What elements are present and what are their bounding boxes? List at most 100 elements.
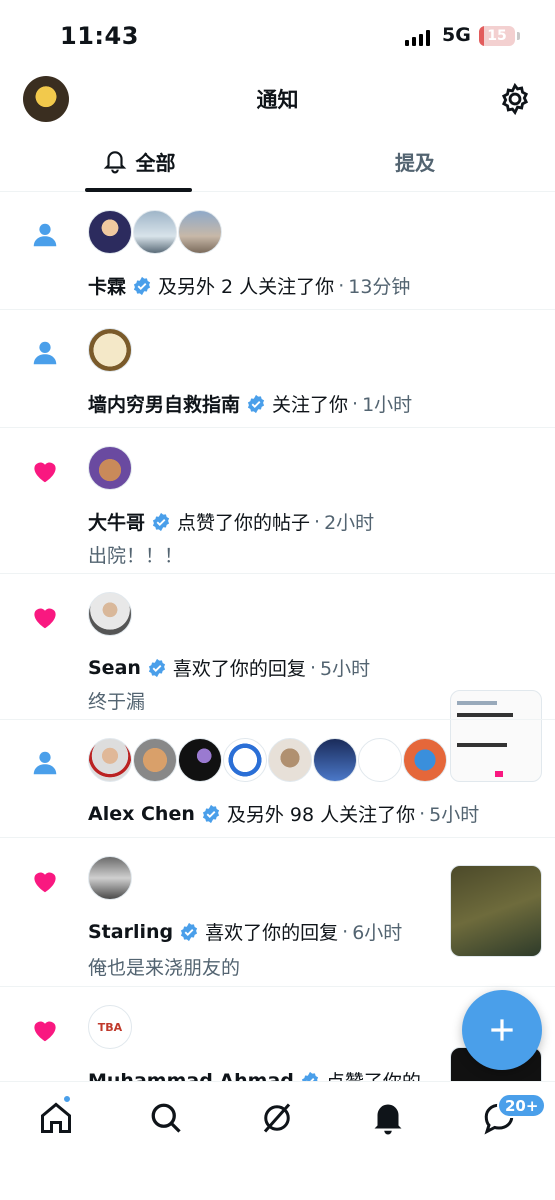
tab-mentions[interactable]: 提及: [360, 130, 470, 192]
messages-badge: 20+: [497, 1093, 547, 1118]
tab-mentions-label: 提及: [395, 150, 435, 175]
avatar[interactable]: TBA: [88, 1005, 132, 1049]
notification-text: 墙内穷男自救指南 关注了你 · 1小时: [88, 390, 412, 417]
user-icon: [33, 341, 57, 365]
notification-time: 5小时: [429, 804, 480, 826]
user-name[interactable]: Alex Chen: [88, 803, 195, 825]
avatar[interactable]: [133, 210, 177, 254]
notification-action: 喜欢了你的回复: [205, 922, 339, 944]
verified-icon: [181, 922, 198, 941]
home-icon[interactable]: [38, 1100, 74, 1136]
heart-icon: [34, 1021, 56, 1042]
avatar-group: [88, 856, 132, 900]
tab-all-label: 全部: [135, 150, 176, 175]
heart-icon: [34, 872, 56, 893]
separator: ·: [342, 920, 349, 943]
notification-text: 大牛哥 点赞了你的帖子 · 2小时: [88, 508, 374, 535]
notification-list: 卡霖 及另外 2 人关注了你 · 13分钟 墙内穷男自救指南 关注了你 · 1小…: [0, 192, 555, 1107]
notification-item[interactable]: 卡霖 及另外 2 人关注了你 · 13分钟: [0, 192, 555, 310]
avatar-logo-text: TBA: [97, 1020, 123, 1034]
user-name[interactable]: 卡霖: [88, 272, 126, 299]
separator: ·: [314, 510, 321, 533]
avatar-group: [88, 592, 132, 636]
home-unread-dot: [62, 1094, 72, 1104]
notification-text: Alex Chen 及另外 98 人关注了你 · 5小时: [88, 800, 479, 827]
bottom-nav: [0, 1081, 555, 1200]
notification-item[interactable]: 大牛哥 点赞了你的帖子 · 2小时 出院！！！: [0, 428, 555, 782]
compose-button[interactable]: [462, 990, 542, 1070]
avatar[interactable]: [223, 738, 267, 782]
heart-icon: [34, 462, 56, 483]
bell-icon: [103, 151, 126, 174]
avatar-group: [88, 210, 222, 254]
reply-excerpt: 终于漏: [88, 691, 146, 713]
grok-icon[interactable]: [259, 1100, 295, 1136]
notification-time: 13分钟: [348, 276, 411, 298]
header: 通知: [0, 70, 555, 130]
user-icon: [33, 751, 57, 775]
avatar[interactable]: [88, 446, 132, 490]
avatar[interactable]: [88, 856, 132, 900]
avatar[interactable]: [268, 738, 312, 782]
battery-tip: [517, 32, 520, 40]
plus-icon: [491, 1019, 513, 1041]
user-name[interactable]: Sean: [88, 657, 141, 679]
notification-action: 及另外 98 人关注了你: [226, 804, 416, 826]
separator: ·: [419, 802, 426, 825]
tab-all[interactable]: 全部: [85, 130, 192, 192]
separator: ·: [352, 392, 359, 415]
notification-text: 卡霖 及另外 2 人关注了你 · 13分钟: [88, 272, 410, 299]
tab-bar: 全部 提及: [0, 130, 555, 192]
signal-icon: [405, 28, 430, 46]
verified-icon: [247, 394, 265, 413]
avatar-group: [88, 328, 132, 372]
avatar-group: [88, 446, 132, 490]
status-time: 11:43: [60, 22, 139, 50]
post-thumbnail[interactable]: [450, 865, 542, 957]
notification-item[interactable]: Starling 喜欢了你的回复 · 6小时 俺也是来浇朋友的: [0, 838, 555, 987]
user-name[interactable]: 墙内穷男自救指南: [88, 390, 240, 417]
avatar[interactable]: [178, 738, 222, 782]
avatar[interactable]: [88, 592, 132, 636]
separator: ·: [309, 656, 316, 679]
notification-text: Sean 喜欢了你的回复 · 5小时: [88, 654, 370, 681]
avatar[interactable]: [403, 738, 447, 782]
avatar[interactable]: [88, 328, 132, 372]
post-excerpt: 出院！！！: [88, 545, 184, 567]
user-name[interactable]: Starling: [88, 921, 173, 943]
notification-action: 喜欢了你的回复: [172, 658, 306, 680]
avatar[interactable]: [178, 210, 222, 254]
notification-time: 6小时: [352, 922, 403, 944]
notification-item[interactable]: 墙内穷男自救指南 关注了你 · 1小时: [0, 310, 555, 428]
separator: ·: [338, 274, 345, 297]
verified-icon: [148, 658, 166, 677]
notification-action: 及另外 2 人关注了你: [158, 276, 335, 298]
user-icon: [33, 223, 57, 247]
avatar[interactable]: [313, 738, 357, 782]
verified-icon: [152, 512, 170, 531]
status-bar: 11:43 5G 15: [0, 0, 555, 70]
notification-action: 关注了你: [272, 394, 349, 416]
avatar-group: [88, 738, 447, 782]
notification-item[interactable]: Sean 喜欢了你的回复 · 5小时 终于漏: [0, 574, 555, 720]
verified-icon: [133, 276, 151, 295]
avatar[interactable]: [133, 738, 177, 782]
user-name[interactable]: 大牛哥: [88, 508, 145, 535]
battery-level: 15: [487, 28, 507, 44]
reply-excerpt: 俺也是来浇朋友的: [88, 957, 241, 979]
notification-time: 1小时: [362, 394, 413, 416]
notification-item[interactable]: Alex Chen 及另外 98 人关注了你 · 5小时: [0, 720, 555, 838]
battery-icon: 15: [479, 26, 515, 46]
heart-icon: [34, 608, 56, 629]
notification-action: 点赞了你的帖子: [177, 512, 311, 534]
search-icon[interactable]: [148, 1100, 184, 1136]
network-label: 5G: [442, 24, 471, 46]
gear-icon[interactable]: [498, 82, 532, 116]
avatar-group: TBA: [88, 1005, 132, 1049]
bell-icon[interactable]: [370, 1100, 406, 1136]
avatar[interactable]: [358, 738, 402, 782]
avatar[interactable]: [88, 210, 132, 254]
verified-icon: [202, 804, 219, 823]
notification-time: 5小时: [319, 658, 371, 680]
avatar[interactable]: [88, 738, 132, 782]
